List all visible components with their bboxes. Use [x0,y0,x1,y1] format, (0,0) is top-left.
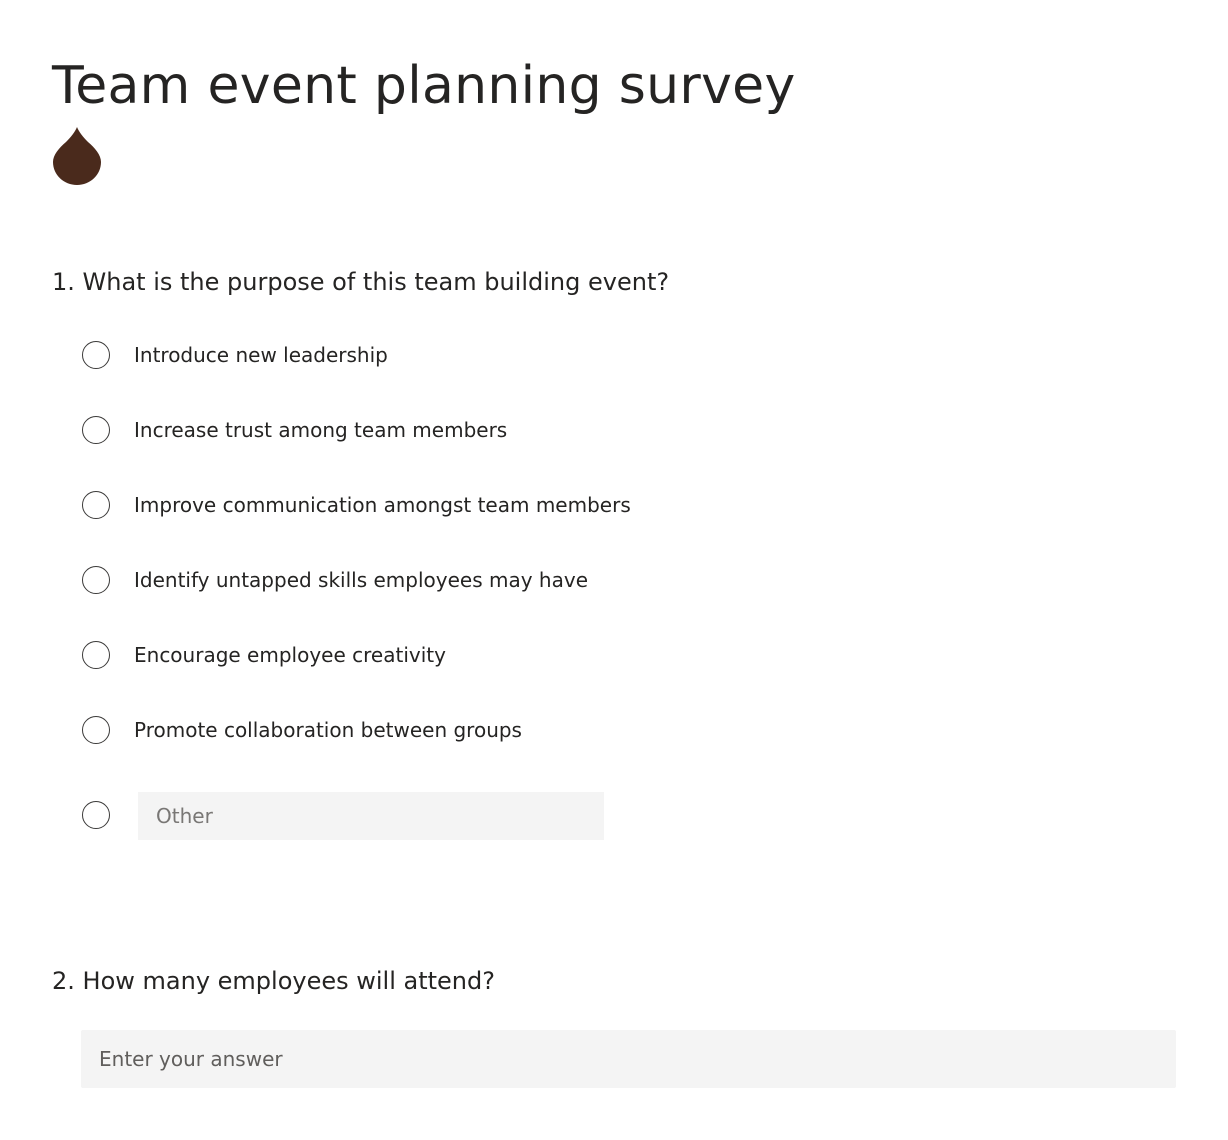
other-text-input[interactable] [138,792,604,840]
option-identify-untapped-skills[interactable]: Identify untapped skills employees may h… [82,563,588,597]
survey-page: Team event planning survey 1. What is th… [0,0,1228,1140]
answer-input[interactable] [81,1030,1176,1088]
option-encourage-creativity[interactable]: Encourage employee creativity [82,638,446,672]
option-label: Increase trust among team members [134,418,508,442]
option-label: Introduce new leadership [134,343,388,367]
option-label: Identify untapped skills employees may h… [134,568,589,592]
radio-button[interactable] [82,801,110,829]
radio-button[interactable] [82,416,110,444]
radio-button[interactable] [82,566,110,594]
option-label: Improve communication amongst team membe… [134,493,631,517]
option-increase-trust[interactable]: Increase trust among team members [82,413,507,447]
radio-button[interactable] [82,341,110,369]
option-introduce-new-leadership[interactable]: Introduce new leadership [82,338,388,372]
droplet-icon [53,127,101,185]
question-2-title: 2. How many employees will attend? [52,967,495,995]
option-promote-collaboration[interactable]: Promote collaboration between groups [82,713,522,747]
option-label: Promote collaboration between groups [134,718,522,742]
radio-button[interactable] [82,491,110,519]
radio-button[interactable] [82,641,110,669]
question-1-title: 1. What is the purpose of this team buil… [52,268,670,296]
option-other[interactable] [82,798,110,832]
form-title: Team event planning survey [52,56,796,116]
option-label: Encourage employee creativity [134,643,446,667]
radio-button[interactable] [82,716,110,744]
option-improve-communication[interactable]: Improve communication amongst team membe… [82,488,631,522]
